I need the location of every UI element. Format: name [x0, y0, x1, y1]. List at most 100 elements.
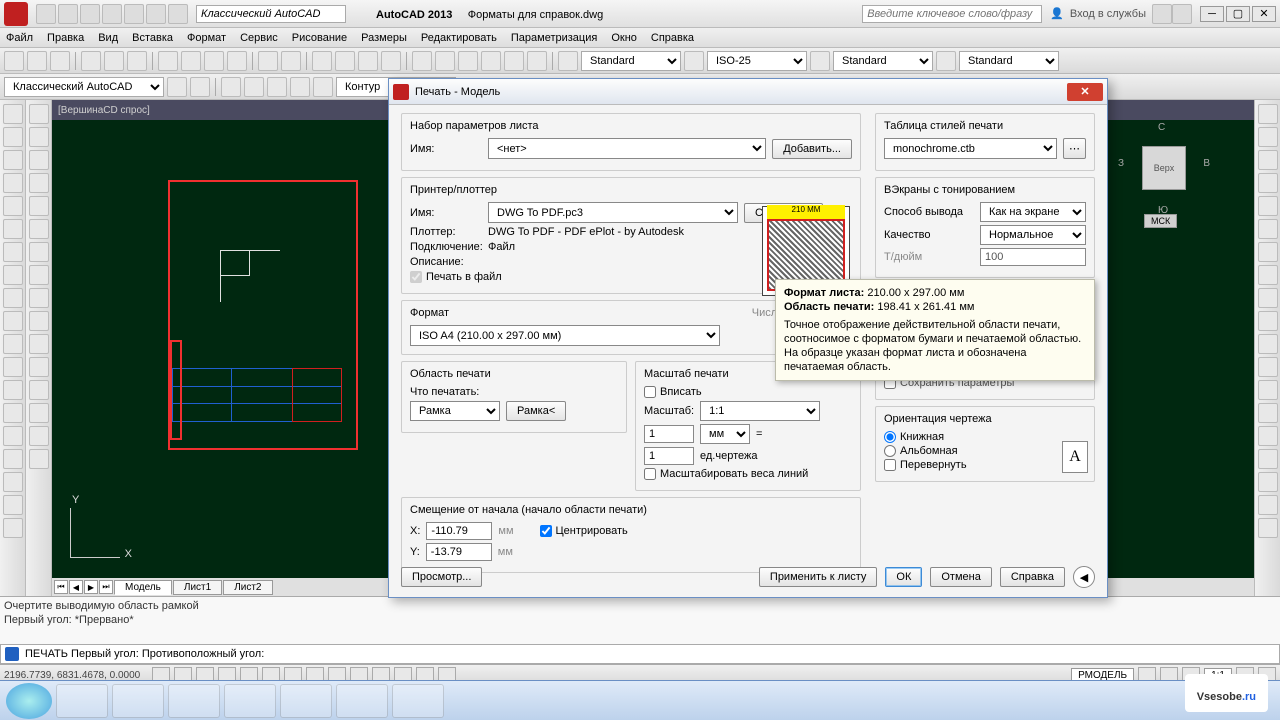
arc-icon[interactable] — [3, 219, 23, 239]
maximize-button[interactable]: ▢ — [1226, 6, 1250, 22]
tb-open-icon[interactable] — [27, 51, 47, 71]
paper-select[interactable]: ISO A4 (210.00 x 297.00 мм) — [410, 325, 720, 346]
trim-icon[interactable] — [29, 311, 49, 331]
dim-arc-icon[interactable] — [1258, 150, 1278, 170]
dim-base-icon[interactable] — [1258, 288, 1278, 308]
offset-icon[interactable] — [29, 173, 49, 193]
exchange-icon[interactable] — [1152, 4, 1172, 24]
ellipse-icon[interactable] — [3, 288, 23, 308]
menu-param[interactable]: Параметризация — [511, 32, 597, 44]
dim-break-icon[interactable] — [1258, 357, 1278, 377]
vc-wcs[interactable]: МСК — [1144, 214, 1177, 228]
table-icon[interactable] — [3, 472, 23, 492]
spline-icon[interactable] — [3, 265, 23, 285]
dim-ord-icon[interactable] — [1258, 173, 1278, 193]
erase-icon[interactable] — [29, 104, 49, 124]
addsel-icon[interactable] — [3, 518, 23, 538]
break-icon[interactable] — [29, 357, 49, 377]
textstyle-select[interactable]: Standard — [581, 51, 681, 71]
help-button[interactable]: Справка — [1000, 567, 1065, 587]
fillet-icon[interactable] — [29, 426, 49, 446]
tb-zoomprev-icon[interactable] — [381, 51, 401, 71]
tb-match-icon[interactable] — [227, 51, 247, 71]
task-app1[interactable] — [112, 684, 164, 718]
tab-next-icon[interactable]: ▶ — [84, 580, 98, 594]
menu-format[interactable]: Формат — [187, 32, 226, 44]
jog-icon[interactable] — [1258, 449, 1278, 469]
insert-icon[interactable] — [3, 334, 23, 354]
shademode-select[interactable]: Как на экране — [980, 202, 1086, 222]
layer-states-icon[interactable] — [244, 77, 264, 97]
menu-insert[interactable]: Вставка — [132, 32, 173, 44]
workspace-select[interactable]: Классический AutoCAD — [196, 5, 346, 23]
dim-linear-icon[interactable] — [1258, 104, 1278, 124]
layer-freeze-icon[interactable] — [290, 77, 310, 97]
stretch-icon[interactable] — [29, 288, 49, 308]
dimtedit-icon[interactable] — [1258, 495, 1278, 515]
scale-select[interactable]: 1:1 — [700, 401, 820, 421]
tab-prev-icon[interactable]: ◀ — [69, 580, 83, 594]
circle-icon[interactable] — [3, 242, 23, 262]
vc-west[interactable]: З — [1118, 158, 1124, 169]
offset-x[interactable] — [426, 522, 492, 540]
tb-paste-icon[interactable] — [204, 51, 224, 71]
tb-calc-icon[interactable] — [527, 51, 547, 71]
apply-button[interactable]: Применить к листу — [759, 567, 878, 587]
tb-copy-icon[interactable] — [181, 51, 201, 71]
fit-check[interactable]: Вписать — [644, 386, 852, 398]
scale-num2[interactable] — [644, 447, 694, 465]
quality-select[interactable]: Нормальное — [980, 225, 1086, 245]
qat-undo-icon[interactable] — [146, 4, 166, 24]
pline-icon[interactable] — [3, 150, 23, 170]
close-button[interactable]: ✕ — [1252, 6, 1276, 22]
lw-check[interactable]: Масштабировать веса линий — [644, 468, 852, 480]
textstyle-icon[interactable] — [558, 51, 578, 71]
menu-dim[interactable]: Размеры — [361, 32, 407, 44]
block-icon[interactable] — [3, 357, 23, 377]
layer-on-icon[interactable] — [267, 77, 287, 97]
tb-undo-icon[interactable] — [258, 51, 278, 71]
dialog-titlebar[interactable]: Печать - Модель ✕ — [389, 79, 1107, 105]
tb-save-icon[interactable] — [50, 51, 70, 71]
mlstyle-icon[interactable] — [810, 51, 830, 71]
search-input[interactable] — [862, 5, 1042, 23]
vc-top[interactable]: Верх — [1142, 146, 1186, 190]
menu-help[interactable]: Справка — [651, 32, 694, 44]
help-icon[interactable] — [1172, 4, 1192, 24]
tb-sheet-icon[interactable] — [481, 51, 501, 71]
task-folder[interactable] — [392, 684, 444, 718]
scale-num1[interactable] — [644, 425, 694, 443]
tb-dcenter-icon[interactable] — [435, 51, 455, 71]
tb-new-icon[interactable] — [4, 51, 24, 71]
mlstyle-select[interactable]: Standard — [833, 51, 933, 71]
chamfer-icon[interactable] — [29, 403, 49, 423]
ellipsearc-icon[interactable] — [3, 311, 23, 331]
tb-palette-icon[interactable] — [458, 51, 478, 71]
printer-select[interactable]: DWG To PDF.pc3 — [488, 202, 738, 223]
qat-open-icon[interactable] — [58, 4, 78, 24]
tb-plot-icon[interactable] — [81, 51, 101, 71]
qat-save-icon[interactable] — [80, 4, 100, 24]
tb-zoom-icon[interactable] — [335, 51, 355, 71]
dim-space-icon[interactable] — [1258, 334, 1278, 354]
menu-draw[interactable]: Рисование — [292, 32, 347, 44]
menu-edit[interactable]: Правка — [47, 32, 84, 44]
tb-cut-icon[interactable] — [158, 51, 178, 71]
tab-layout1[interactable]: Лист1 — [173, 580, 222, 595]
add-button[interactable]: Добавить... — [772, 139, 852, 159]
polygon-icon[interactable] — [3, 173, 23, 193]
qat-redo-icon[interactable] — [168, 4, 188, 24]
upside-check[interactable]: Перевернуть — [884, 459, 1086, 471]
dim-diam-icon[interactable] — [1258, 219, 1278, 239]
ws-settings-icon[interactable] — [167, 77, 187, 97]
workspace-select2[interactable]: Классический AutoCAD — [4, 77, 164, 97]
scale-icon[interactable] — [29, 265, 49, 285]
dim-cont-icon[interactable] — [1258, 311, 1278, 331]
preview-button[interactable]: Просмотр... — [401, 567, 482, 587]
command-line[interactable]: ПЕЧАТЬ Первый угол: Противоположный угол… — [0, 644, 1280, 664]
inspect-icon[interactable] — [1258, 426, 1278, 446]
app-icon[interactable] — [4, 2, 28, 26]
tab-last-icon[interactable]: ⏭ — [99, 580, 113, 594]
region-icon[interactable] — [3, 449, 23, 469]
layer-lock-icon[interactable] — [313, 77, 333, 97]
